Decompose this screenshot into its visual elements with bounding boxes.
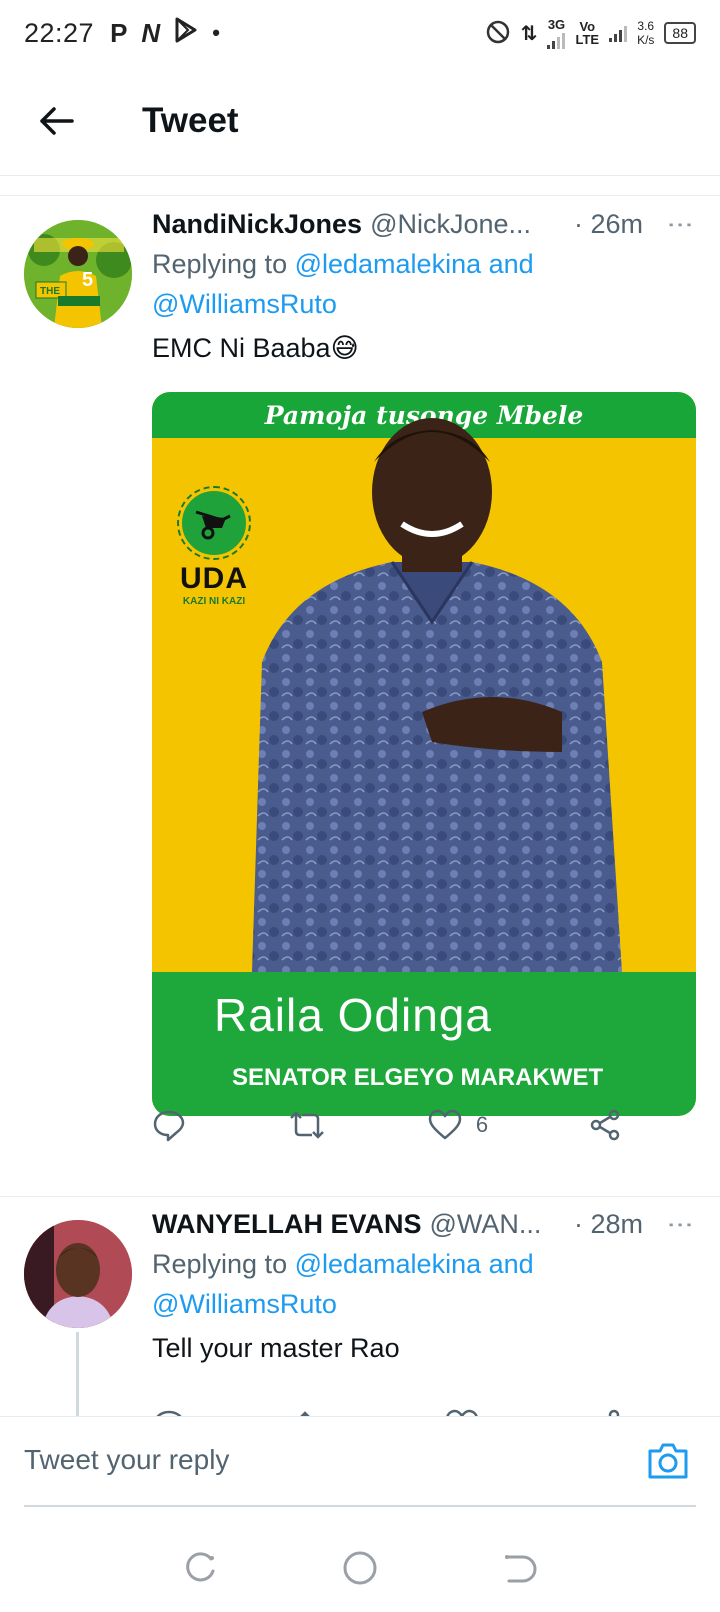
battery-level: 88	[672, 25, 688, 41]
avatar-image: THE 5	[24, 220, 132, 328]
signal-bars-icon	[547, 31, 566, 49]
status-bar: 22:27 P N • ⇅ 3G Vo LTE 3.6 K/s 88	[0, 0, 720, 66]
battery-icon: 88	[664, 22, 696, 44]
like-button[interactable]: 6	[428, 1109, 488, 1141]
share-button[interactable]	[590, 1109, 622, 1141]
app-header: Tweet	[0, 66, 720, 176]
like-count: 6	[475, 1112, 489, 1137]
avatar-image	[24, 1220, 132, 1328]
speed-value: 3.6	[637, 19, 655, 33]
share-icon	[608, 1409, 620, 1416]
tweet-actions	[152, 1400, 622, 1416]
recents-icon	[186, 1552, 215, 1582]
header-divider	[0, 176, 720, 196]
tweet-time: · 28m	[573, 1208, 643, 1239]
network-lte-label: LTE	[575, 32, 600, 47]
replying-prefix: Replying to	[152, 1249, 295, 1279]
display-name[interactable]: NandiNickJones	[152, 209, 362, 240]
signal-3g: 3G	[547, 16, 566, 49]
dot-icon: •	[212, 20, 220, 45]
avatar[interactable]	[24, 1220, 132, 1328]
media-name-band: Raila Odinga SENATOR ELGEYO MARAKWET	[152, 972, 696, 1116]
thread-line	[76, 1332, 79, 1416]
page-title: Tweet	[142, 100, 239, 140]
tweet-header: WANYELLAH EVANS @WAN... · 28m ⋮	[152, 1204, 696, 1244]
tweet-actions: 6	[152, 1100, 622, 1150]
reply-input[interactable]	[24, 1435, 604, 1485]
back-button[interactable]	[26, 91, 86, 151]
svg-text:THE: THE	[40, 286, 60, 297]
share-button[interactable]	[590, 1409, 622, 1416]
mention-link[interactable]: @WilliamsRuto	[152, 1289, 337, 1319]
heart-icon	[428, 1109, 462, 1140]
tweet-body: WANYELLAH EVANS @WAN... · 28m ⋮ Replying…	[152, 1204, 696, 1368]
play-store-icon	[174, 17, 198, 50]
home-circle-icon	[343, 1551, 377, 1585]
system-nav-bar	[0, 1524, 720, 1612]
tweet[interactable]: WANYELLAH EVANS @WAN... · 28m ⋮ Replying…	[0, 1196, 720, 1416]
back-nav-button[interactable]	[490, 1538, 550, 1598]
network-speed: 3.6 K/s	[637, 19, 654, 47]
retweet-icon	[290, 1111, 324, 1139]
mention-link[interactable]: @WilliamsRuto	[152, 289, 337, 319]
avatar[interactable]: THE 5	[24, 220, 132, 328]
back-arrow-icon	[40, 106, 74, 135]
tweet-text: EMC Ni Baaba😅	[152, 333, 359, 363]
retweet-button[interactable]	[297, 1409, 335, 1416]
share-icon	[590, 1109, 620, 1141]
back-nav-icon	[505, 1555, 537, 1583]
tweet-body: NandiNickJones @NickJone... · 26m ⋮ Repl…	[152, 204, 696, 368]
mention-link[interactable]: @ledamalekina	[295, 1249, 482, 1279]
reply-button[interactable]	[152, 1408, 186, 1416]
notification-icons: P N •	[110, 17, 220, 50]
like-button[interactable]	[445, 1409, 479, 1416]
mention-join: and	[481, 249, 534, 279]
do-not-disturb-icon	[485, 19, 511, 48]
replying-to: Replying to @ledamalekina and @WilliamsR…	[152, 244, 696, 324]
retweet-button[interactable]	[288, 1109, 326, 1141]
recents-button[interactable]	[170, 1538, 230, 1598]
status-right-icons: ⇅ 3G Vo LTE 3.6 K/s 88	[485, 18, 696, 49]
heart-icon	[446, 1409, 479, 1416]
status-time: 22:27	[24, 17, 95, 48]
replying-prefix: Replying to	[152, 249, 295, 279]
tweet-header: NandiNickJones @NickJone... · 26m ⋮	[152, 204, 696, 244]
replying-to: Replying to @ledamalekina and @WilliamsR…	[152, 1244, 696, 1324]
data-arrows-icon: ⇅	[520, 22, 538, 45]
camera-button[interactable]	[642, 1435, 694, 1487]
user-handle[interactable]: @NickJone...	[370, 209, 531, 240]
media-candidate-role: SENATOR ELGEYO MARAKWET	[232, 1064, 604, 1091]
n-notification-icon: N	[141, 17, 161, 48]
display-name[interactable]: WANYELLAH EVANS	[152, 1209, 422, 1240]
speed-unit: K/s	[637, 33, 655, 47]
signal-bars-icon	[609, 24, 628, 42]
retweet-icon	[299, 1411, 310, 1416]
more-options-icon[interactable]: ⋮	[665, 1212, 696, 1236]
mention-join: and	[481, 1249, 534, 1279]
media-candidate-name: Raila Odinga	[214, 989, 492, 1041]
home-button[interactable]	[330, 1538, 390, 1598]
more-options-icon[interactable]: ⋮	[665, 212, 696, 236]
composer-underline	[24, 1505, 696, 1507]
reply-button[interactable]	[152, 1108, 186, 1142]
tweet-text: Tell your master Rao	[152, 1333, 400, 1363]
tweet[interactable]: THE 5 NandiNickJones @NickJone... · 26m …	[0, 200, 720, 1190]
tweet-time: · 26m	[573, 208, 643, 239]
network-3g-label: 3G	[547, 16, 566, 32]
p-notification-icon: P	[110, 17, 128, 48]
reply-composer	[0, 1416, 720, 1506]
mention-link[interactable]: @ledamalekina	[295, 249, 482, 279]
portrait-figure	[252, 418, 622, 972]
reply-icon	[153, 1110, 185, 1142]
svg-text:5: 5	[82, 269, 93, 291]
reply-icon	[156, 1410, 182, 1416]
user-handle[interactable]: @WAN...	[430, 1209, 542, 1240]
camera-icon	[648, 1443, 688, 1479]
signal-lte: Vo LTE	[575, 20, 599, 46]
tweet-media[interactable]: Pamoja tusonge Mbele UDA KAZI NI KAZI Ra…	[152, 392, 696, 1116]
